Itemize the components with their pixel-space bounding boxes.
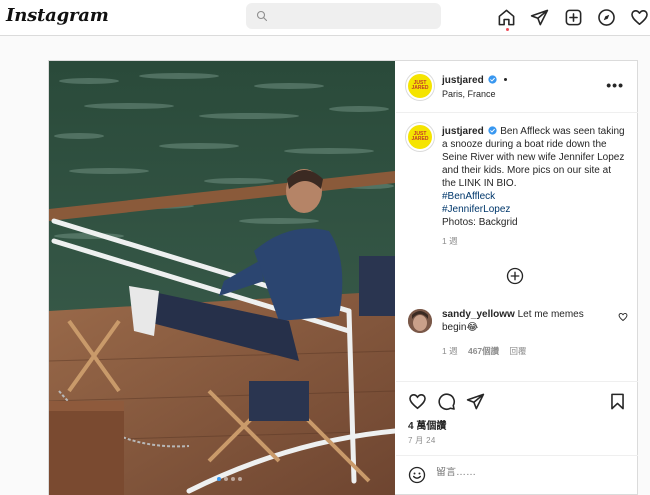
carousel-dot <box>217 477 221 481</box>
share-icon[interactable] <box>466 392 485 411</box>
author-line: justjared <box>442 75 508 86</box>
post-date[interactable]: 7 月 24 <box>408 435 436 446</box>
more-options-button[interactable]: ••• <box>606 78 624 92</box>
comment-like-count[interactable]: 467個讚 <box>468 346 499 356</box>
comment-body: sandy_yelloww Let me memes begin😂 <box>442 308 610 334</box>
caption-age[interactable]: 1 週 <box>442 235 627 248</box>
post-action-bar <box>396 381 638 421</box>
author-avatar[interactable]: JUST JARED <box>406 72 434 100</box>
hashtag-link[interactable]: #BenAffleck <box>442 190 627 203</box>
like-heart-icon[interactable] <box>408 392 427 411</box>
commenter-avatar[interactable] <box>408 309 432 333</box>
add-comment-input[interactable] <box>436 467 616 478</box>
search-input[interactable] <box>274 10 434 22</box>
carousel-dot <box>238 477 242 481</box>
photo-credit: Photos: Backgrid <box>442 217 518 228</box>
post-location[interactable]: Paris, France <box>442 89 496 99</box>
home-icon[interactable] <box>495 6 517 28</box>
carousel-dot <box>231 477 235 481</box>
comment-like-heart-icon[interactable] <box>618 312 628 322</box>
comment-meta: 1 週 467個讚 回覆 <box>442 345 535 357</box>
commenter-username[interactable]: sandy_yelloww <box>442 309 515 320</box>
comment-reply-button[interactable]: 回覆 <box>510 346 527 356</box>
search-box[interactable] <box>246 3 441 29</box>
verified-badge-icon <box>488 75 498 84</box>
comment-age[interactable]: 1 週 <box>442 346 458 356</box>
post-header: JUST JARED justjared Paris, France ••• <box>396 61 638 113</box>
post-card: JUST JARED justjared Paris, France ••• J… <box>48 60 638 495</box>
instagram-logo[interactable]: Instagram <box>6 5 109 26</box>
caption-username[interactable]: justjared <box>442 126 484 137</box>
author-username[interactable]: justjared <box>442 75 484 86</box>
explore-icon[interactable] <box>595 6 617 28</box>
separator-dot <box>504 78 508 81</box>
post-side-panel: JUST JARED justjared Paris, France ••• J… <box>396 61 638 495</box>
caption-author-avatar[interactable]: JUST JARED <box>406 123 434 151</box>
notification-dot <box>506 28 509 31</box>
hashtag-link[interactable]: #JenniferLopez <box>442 203 627 216</box>
search-icon <box>256 10 268 22</box>
top-navigation-bar: Instagram <box>0 0 650 36</box>
post-caption: justjared Ben Affleck was seen taking a … <box>442 125 627 248</box>
load-more-comments-icon[interactable] <box>506 267 524 285</box>
new-post-icon[interactable] <box>562 6 584 28</box>
verified-badge-icon <box>488 126 498 135</box>
emoji-picker-icon[interactable] <box>408 466 426 484</box>
carousel-dot <box>224 477 228 481</box>
comment-bubble-icon[interactable] <box>437 392 456 411</box>
direct-icon[interactable] <box>528 6 550 28</box>
bookmark-icon[interactable] <box>608 392 627 411</box>
post-photo[interactable] <box>49 61 395 495</box>
activity-heart-icon[interactable] <box>628 6 650 28</box>
add-comment-row <box>396 455 638 495</box>
carousel-indicator <box>217 477 242 481</box>
post-like-count[interactable]: 4 萬個讚 <box>408 417 446 432</box>
